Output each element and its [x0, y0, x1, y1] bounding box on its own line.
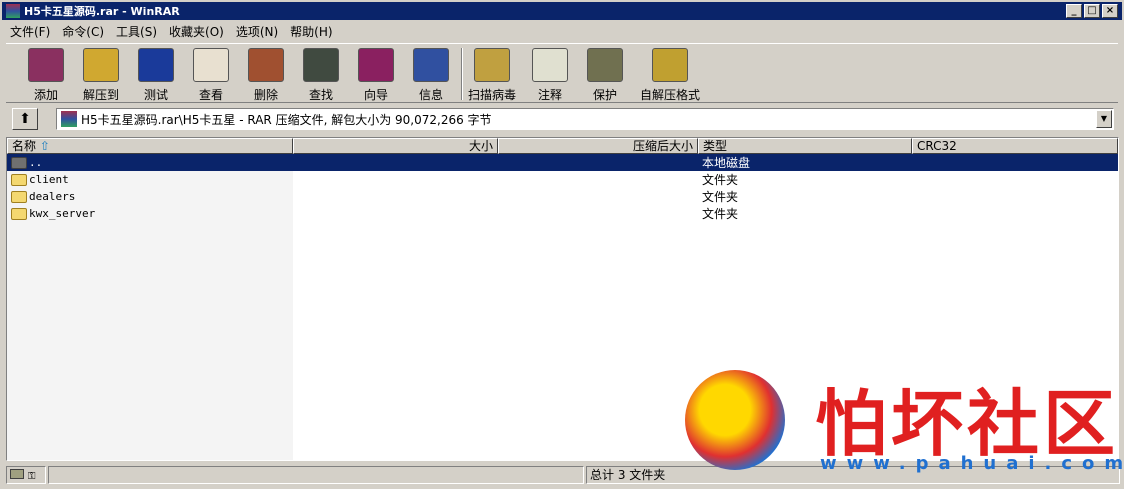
comment-icon [532, 48, 568, 82]
toolbar-button-label: 保护 [592, 88, 617, 102]
toolbar-button-label: 自解压格式 [639, 88, 700, 102]
info-icon [413, 48, 449, 82]
file-name: dealers [29, 190, 76, 203]
sort-ascending-icon: ⇧ [39, 139, 50, 153]
extract-to-icon [83, 48, 119, 82]
test-icon [138, 48, 174, 82]
toolbar-button-label: 注释 [537, 88, 562, 102]
rar-file-icon [61, 111, 77, 127]
toolbar-button-5[interactable]: 查找 [293, 48, 349, 103]
close-button[interactable]: × [1102, 4, 1118, 18]
column-name[interactable]: 名称 ⇧ [7, 138, 293, 154]
wizard-icon [358, 48, 394, 82]
status-selection [48, 466, 584, 484]
toolbar-button-7[interactable]: 信息 [403, 48, 459, 103]
status-icons: ⚿ [6, 466, 46, 484]
toolbar: 添加 解压到 测试 查看 删除 查找 向导 信息 扫描病毒 注释 保护 自解压格式 [6, 43, 1118, 103]
find-icon [303, 48, 339, 82]
path-field[interactable]: H5卡五星源码.rar\H5卡五星 - RAR 压缩文件, 解包大小为 90,0… [56, 108, 1114, 130]
toolbar-button-label: 查找 [308, 88, 333, 102]
sfx-icon [652, 48, 688, 82]
toolbar-button-2[interactable]: 测试 [128, 48, 184, 103]
key-icon[interactable]: ⚿ [28, 471, 36, 482]
toolbar-button-6[interactable]: 向导 [348, 48, 404, 103]
status-summary: 总计 3 文件夹 [586, 466, 1120, 484]
menu-favorites[interactable]: 收藏夹(O) [163, 22, 230, 41]
winrar-app-icon [6, 4, 20, 18]
file-name: .. [29, 156, 43, 169]
column-size[interactable]: 大小 [293, 138, 498, 154]
file-name: kwx_server [29, 207, 96, 220]
maximize-button[interactable]: □ [1084, 4, 1100, 18]
folder-icon [11, 173, 27, 186]
toolbar-button-label: 解压到 [82, 88, 119, 102]
list-header: 名称 ⇧ 大小 压缩后大小 类型 CRC32 [7, 138, 1118, 154]
file-row[interactable]: kwx_server 文件夹 [7, 205, 1118, 222]
file-type: 文件夹 [702, 190, 739, 204]
protect-icon [587, 48, 623, 82]
toolbar-button-0[interactable]: 添加 [18, 48, 74, 103]
delete-icon [248, 48, 284, 82]
toolbar-button-label: 向导 [363, 88, 388, 102]
menu-tools[interactable]: 工具(S) [110, 22, 163, 41]
toolbar-button-label: 添加 [33, 88, 58, 102]
column-packed-size[interactable]: 压缩后大小 [498, 138, 698, 154]
toolbar-button-10[interactable]: 保护 [577, 48, 633, 103]
toolbar-button-8[interactable]: 扫描病毒 [464, 48, 520, 103]
title-bar: H5卡五星源码.rar - WinRAR _ □ × [2, 2, 1122, 20]
toolbar-button-label: 删除 [253, 88, 278, 102]
drive-icon[interactable] [10, 469, 24, 479]
virus-scan-icon [474, 48, 510, 82]
file-list[interactable]: 名称 ⇧ 大小 压缩后大小 类型 CRC32 .. 本地磁盘 client 文件夹 de… [6, 137, 1119, 461]
file-name: client [29, 173, 69, 186]
toolbar-button-3[interactable]: 查看 [183, 48, 239, 103]
path-dropdown-button[interactable]: ▼ [1096, 110, 1112, 128]
file-row[interactable]: .. 本地磁盘 [7, 154, 1118, 171]
address-bar: ⬆ H5卡五星源码.rar\H5卡五星 - RAR 压缩文件, 解包大小为 90… [4, 106, 1120, 132]
toolbar-button-9[interactable]: 注释 [522, 48, 578, 103]
toolbar-button-label: 信息 [418, 88, 443, 102]
file-row[interactable]: client 文件夹 [7, 171, 1118, 188]
toolbar-button-label: 测试 [143, 88, 168, 102]
menu-help[interactable]: 帮助(H) [284, 22, 338, 41]
folder-icon [11, 190, 27, 203]
toolbar-button-4[interactable]: 删除 [238, 48, 294, 103]
file-type: 文件夹 [702, 207, 739, 221]
toolbar-button-11[interactable]: 自解压格式 [634, 48, 706, 103]
menu-bar: 文件(F) 命令(C) 工具(S) 收藏夹(O) 选项(N) 帮助(H) [4, 22, 339, 41]
minimize-button[interactable]: _ [1066, 4, 1082, 18]
window-title: H5卡五星源码.rar - WinRAR [24, 5, 180, 18]
menu-options[interactable]: 选项(N) [230, 22, 284, 41]
status-bar: ⚿ 总计 3 文件夹 [4, 465, 1120, 485]
file-type: 本地磁盘 [702, 156, 751, 170]
toolbar-button-label: 查看 [198, 88, 223, 102]
column-type[interactable]: 类型 [698, 138, 912, 154]
folder-icon [11, 156, 27, 169]
file-row[interactable]: dealers 文件夹 [7, 188, 1118, 205]
folder-icon [11, 207, 27, 220]
up-folder-button[interactable]: ⬆ [12, 108, 38, 130]
menu-file[interactable]: 文件(F) [4, 22, 56, 41]
menu-commands[interactable]: 命令(C) [56, 22, 110, 41]
add-archive-icon [28, 48, 64, 82]
view-icon [193, 48, 229, 82]
toolbar-button-1[interactable]: 解压到 [73, 48, 129, 103]
toolbar-separator [461, 48, 463, 100]
file-type: 文件夹 [702, 173, 739, 187]
toolbar-button-label: 扫描病毒 [467, 88, 516, 102]
path-text: H5卡五星源码.rar\H5卡五星 - RAR 压缩文件, 解包大小为 90,0… [81, 112, 492, 127]
column-crc32[interactable]: CRC32 [912, 138, 1118, 154]
